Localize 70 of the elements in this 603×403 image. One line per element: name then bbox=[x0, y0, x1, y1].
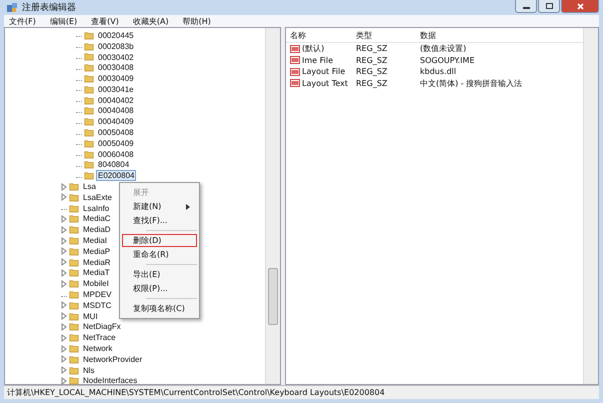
tree-item[interactable]: Network bbox=[81, 343, 114, 354]
tree-item[interactable]: 00040408 bbox=[96, 105, 136, 116]
tree-item[interactable]: MediaT bbox=[81, 267, 112, 278]
tree-item[interactable]: MPDEV bbox=[81, 289, 114, 300]
menu-item[interactable]: 查看(V) bbox=[90, 16, 120, 26]
table-cell-text: SOGOUPY.IME bbox=[420, 56, 476, 65]
table-cell-text: REG_SZ bbox=[356, 67, 388, 76]
table-cell-text: kbdus.dll bbox=[420, 67, 458, 76]
table-cell-text: REG_SZ bbox=[356, 78, 388, 88]
tree-item[interactable]: 00020445 bbox=[96, 30, 136, 41]
menu-item[interactable]: 收藏夹(A) bbox=[132, 16, 170, 26]
table-cell: Ime File bbox=[302, 56, 334, 65]
tree-item[interactable]: MediaP bbox=[81, 246, 112, 257]
menu-item[interactable]: 帮助(H) bbox=[182, 16, 212, 26]
tree-item[interactable]: MediaD bbox=[81, 224, 113, 236]
status-bar: 计算机\HKEY_LOCAL_MACHINE\SYSTEM\CurrentControlSet\Control\Keyboard Layouts\E0200804 bbox=[4, 385, 599, 399]
table-cell-text: REG_SZ bbox=[356, 56, 388, 65]
registry-icon bbox=[6, 2, 18, 13]
window-title: 注册表编辑器 bbox=[22, 2, 76, 14]
tree-item[interactable]: 00030408 bbox=[96, 62, 136, 74]
column-header[interactable]: 名称 bbox=[286, 30, 356, 40]
minimize-button[interactable] bbox=[515, 0, 537, 13]
tree-item[interactable]: NodeInterfaces bbox=[81, 375, 140, 386]
table-cell-text: 中文(简体) - 搜狗拼音输入法 bbox=[420, 78, 524, 89]
context-menu-item[interactable]: 权限(P)... bbox=[122, 282, 197, 295]
tree-item[interactable]: Nls bbox=[81, 364, 97, 376]
tree-item[interactable]: 00060408 bbox=[96, 148, 136, 160]
scrollbar[interactable] bbox=[583, 28, 598, 384]
table-cell: Layout Text bbox=[302, 78, 348, 88]
tree-item[interactable]: 00030409 bbox=[96, 73, 136, 84]
tree-item[interactable]: MediaR bbox=[81, 256, 113, 268]
tree-item[interactable]: 0003041e bbox=[96, 84, 136, 95]
tree-item[interactable]: NetworkProvider bbox=[81, 354, 144, 365]
tree-item[interactable]: MobileI bbox=[81, 278, 111, 290]
tree-item[interactable]: NetDiagFx bbox=[81, 321, 123, 332]
menu-item[interactable]: 编辑(E) bbox=[48, 16, 78, 26]
tree-item[interactable]: 00050408 bbox=[96, 127, 136, 138]
context-menu-item[interactable]: 重命名(R) bbox=[122, 248, 197, 261]
tree-item[interactable]: Lsa bbox=[81, 181, 98, 192]
close-icon bbox=[576, 2, 584, 10]
tree-item[interactable]: 00050409 bbox=[96, 138, 136, 149]
maximize-icon bbox=[546, 3, 552, 9]
tree-item[interactable]: 0002083b bbox=[96, 40, 136, 52]
table-cell-text: (数值未设置) bbox=[420, 43, 468, 54]
context-menu-item[interactable]: 导出(E) bbox=[122, 268, 197, 281]
column-header[interactable]: 类型 bbox=[356, 30, 420, 40]
context-menu-item[interactable]: 查找(F)... bbox=[122, 214, 197, 227]
tree-item[interactable]: 00040409 bbox=[96, 116, 136, 128]
column-header[interactable]: 数据 bbox=[420, 30, 583, 40]
tree-item[interactable]: MSDTC bbox=[81, 300, 114, 311]
tree-item[interactable]: LsaExte bbox=[81, 192, 114, 203]
table-cell: Layout File bbox=[302, 67, 346, 76]
context-menu-item[interactable]: 复制项名称(C) bbox=[122, 302, 197, 315]
menu-item[interactable]: 文件(F) bbox=[8, 16, 37, 26]
maximize-button[interactable] bbox=[538, 0, 560, 13]
tree-item[interactable]: MUI bbox=[81, 310, 100, 322]
tree-item[interactable]: 00040402 bbox=[96, 94, 136, 106]
context-menu-item[interactable]: 新建(N) bbox=[122, 200, 197, 213]
close-button[interactable] bbox=[561, 0, 599, 13]
table-cell: (默认) bbox=[302, 43, 324, 54]
context-menu-item[interactable]: 删除(D) bbox=[122, 234, 197, 247]
table-cell-text: REG_SZ bbox=[356, 44, 388, 54]
tree-item[interactable]: MediaC bbox=[81, 213, 113, 224]
tree-item[interactable]: 8040804 bbox=[96, 159, 132, 170]
tree-item[interactable]: MediaI bbox=[81, 235, 110, 246]
scrollbar[interactable] bbox=[265, 28, 280, 384]
tree-item[interactable]: LsaInfo bbox=[81, 202, 112, 214]
tree-item[interactable]: 00030402 bbox=[96, 52, 136, 62]
tree-item[interactable]: NetTrace bbox=[81, 332, 118, 344]
tree-item[interactable]: E0200804 bbox=[96, 170, 136, 182]
